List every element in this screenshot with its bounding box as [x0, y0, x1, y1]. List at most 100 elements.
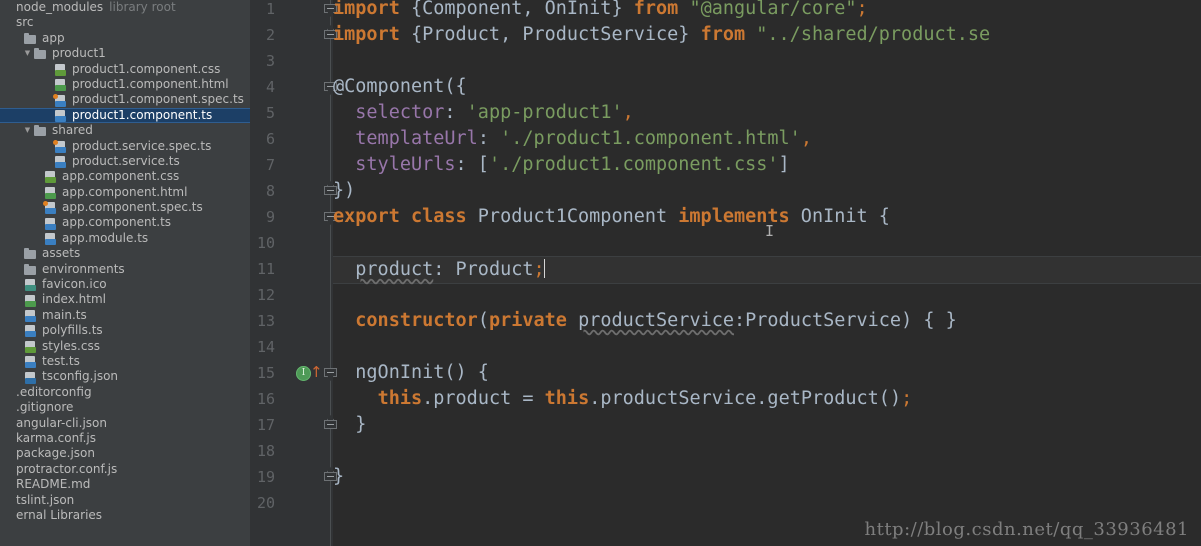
code-editor[interactable]: 1 2 3 4 5 6 7 8 9 10 11 12 13 14 15 16 17 18 19 20 I ↑ import…	[250, 0, 1201, 546]
tree-item-styles-css[interactable]: styles.css	[0, 339, 250, 354]
tree-item-label: main.ts	[42, 307, 87, 322]
tree-item-product-service-spec-ts[interactable]: product.service.spec.ts	[0, 139, 250, 154]
code-line-7[interactable]: styleUrls: ['./product1.component.css']	[333, 152, 1201, 178]
tree-item-label: README.md	[16, 477, 91, 492]
tree-item-karma-conf-js[interactable]: karma.conf.js	[0, 431, 250, 446]
code-token: ]	[778, 154, 790, 175]
tree-item-app[interactable]: app	[0, 31, 250, 46]
code-token: styleUrls	[355, 154, 456, 175]
code-token: {Component, OnInit}	[399, 0, 634, 19]
code-line-14[interactable]	[333, 334, 1201, 360]
tree-item-app-component-html[interactable]: app.component.html	[0, 185, 250, 200]
tree-item-app-component-spec-ts[interactable]: app.component.spec.ts	[0, 200, 250, 215]
tree-item-app-component-ts[interactable]: app.component.ts	[0, 215, 250, 230]
tree-item-app-module-ts[interactable]: app.module.ts	[0, 231, 250, 246]
css-file-icon	[53, 63, 68, 76]
code-line-3[interactable]	[333, 48, 1201, 74]
tree-item-favicon-ico[interactable]: favicon.ico	[0, 277, 250, 292]
twisty-expand-icon[interactable]: ▼	[22, 123, 33, 138]
tree-item-ernal-libraries[interactable]: ernal Libraries	[0, 508, 250, 523]
tree-item-angular-cli-json[interactable]: angular-cli.json	[0, 416, 250, 431]
tree-item-tsconfig-json[interactable]: tsconfig.json	[0, 369, 250, 384]
code-token: ,	[622, 102, 634, 123]
code-line-17[interactable]: }	[333, 412, 1201, 438]
tree-item-label: .editorconfig	[16, 384, 92, 399]
code-line-4[interactable]: @Component({	[333, 74, 1201, 100]
code-token: ngOnInit() {	[333, 362, 489, 383]
tree-item-label: product1.component.ts	[72, 107, 213, 122]
code-line-2[interactable]: import {Product, ProductService} from ".…	[333, 22, 1201, 48]
code-text-area[interactable]: import {Component, OnInit} from "@angula…	[333, 0, 1201, 546]
code-token: from	[700, 24, 746, 45]
tree-item-src[interactable]: src	[0, 15, 250, 30]
text-caret	[543, 259, 545, 278]
code-token: from	[633, 0, 679, 19]
mouse-text-cursor: I	[765, 222, 775, 240]
code-token: :ProductService) { }	[734, 310, 957, 331]
tree-item-environments[interactable]: environments	[0, 262, 250, 277]
tree-item-product1-component-css[interactable]: product1.component.css	[0, 62, 250, 77]
code-token: 'app-product1'	[466, 102, 623, 123]
tree-item-product1-component-html[interactable]: product1.component.html	[0, 77, 250, 92]
tree-item-polyfills-ts[interactable]: polyfills.ts	[0, 323, 250, 338]
css-file-icon	[23, 340, 38, 353]
code-token: import	[333, 0, 400, 19]
tree-item-shared[interactable]: ▼ shared	[0, 123, 250, 138]
html-file-icon	[23, 294, 38, 307]
typescript-file-icon	[53, 109, 68, 122]
code-token: : Product	[433, 259, 534, 280]
project-tree-panel[interactable]: node_modules library root src app ▼ product1 p…	[0, 0, 250, 546]
tree-item-index-html[interactable]: index.html	[0, 292, 250, 307]
code-line-19[interactable]: }	[333, 464, 1201, 490]
tree-item-product-service-ts[interactable]: product.service.ts	[0, 154, 250, 169]
tree-item-tslint-json[interactable]: tslint.json	[0, 493, 250, 508]
code-token: './product1.component.css'	[488, 154, 779, 175]
typescript-spec-file-icon	[53, 93, 68, 107]
code-line-11[interactable]: product: Product;	[333, 256, 1201, 284]
tree-item-label: app.component.ts	[62, 215, 172, 230]
code-line-20[interactable]	[333, 490, 1201, 516]
code-line-5[interactable]: selector: 'app-product1',	[333, 100, 1201, 126]
tree-item-product1-component-ts[interactable]: product1.component.ts	[0, 107, 250, 124]
override-arrow-icon[interactable]: ↑	[310, 365, 323, 380]
tree-item-package-json[interactable]: package.json	[0, 446, 250, 461]
tree-item-protractor-conf-js[interactable]: protractor.conf.js	[0, 462, 250, 477]
tree-item--editorconfig[interactable]: .editorconfig	[0, 385, 250, 400]
tree-item-readme-md[interactable]: README.md	[0, 477, 250, 492]
html-file-icon	[53, 78, 68, 92]
code-token: (	[477, 310, 489, 331]
tree-item-node-modules[interactable]: node_modules library root	[0, 0, 250, 15]
tree-item-product1-component-spec-ts[interactable]: product1.component.spec.ts	[0, 92, 250, 107]
code-token: productService	[578, 310, 734, 331]
code-line-13[interactable]: constructor(private productService:Produ…	[333, 308, 1201, 334]
json-file-icon	[23, 371, 38, 384]
code-line-12[interactable]	[333, 282, 1201, 308]
code-line-1[interactable]: import {Component, OnInit} from "@angula…	[333, 0, 1201, 22]
watermark-url: http://blog.csdn.net/qq_33936481	[864, 519, 1189, 540]
line-number: 7	[265, 156, 275, 174]
line-number: 15	[256, 364, 275, 382]
tree-item-label: angular-cli.json	[16, 415, 107, 430]
folder-icon	[23, 247, 38, 260]
code-line-18[interactable]	[333, 438, 1201, 464]
twisty-expand-icon[interactable]: ▼	[22, 46, 33, 61]
tree-item-assets[interactable]: assets	[0, 246, 250, 261]
code-line-8[interactable]: })	[333, 178, 1201, 204]
tree-item-product1[interactable]: ▼ product1	[0, 46, 250, 61]
implements-gutter-icon[interactable]: I	[296, 366, 311, 381]
code-token: :	[477, 128, 501, 149]
code-token: ;	[856, 0, 868, 19]
tree-item--gitignore[interactable]: .gitignore	[0, 400, 250, 415]
line-number: 16	[256, 390, 275, 408]
tree-item-label: product1.component.html	[72, 76, 229, 91]
code-line-15[interactable]: ngOnInit() {	[333, 360, 1201, 386]
code-line-16[interactable]: this.product = this.productService.getPr…	[333, 386, 1201, 412]
tree-item-app-component-css[interactable]: app.component.css	[0, 169, 250, 184]
tree-item-label: index.html	[42, 292, 106, 307]
tree-item-main-ts[interactable]: main.ts	[0, 308, 250, 323]
code-line-6[interactable]: templateUrl: './product1.component.html'…	[333, 126, 1201, 152]
tree-item-test-ts[interactable]: test.ts	[0, 354, 250, 369]
editor-gutter[interactable]: 1 2 3 4 5 6 7 8 9 10 11 12 13 14 15 16 17 18 19 20 I ↑	[250, 0, 337, 546]
tree-item-label: src	[16, 15, 34, 30]
